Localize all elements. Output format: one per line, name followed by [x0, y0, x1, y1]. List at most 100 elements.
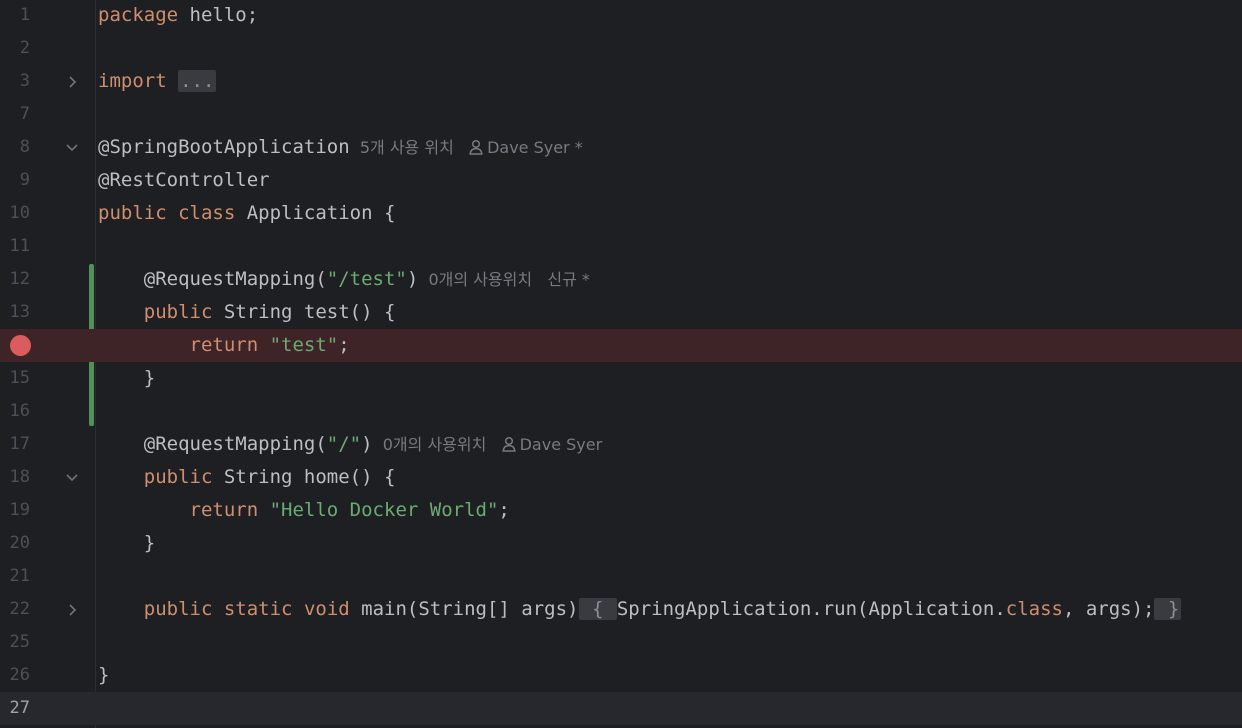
code-line[interactable]: 22 public static void main(String[] args…: [0, 593, 1242, 626]
code-text[interactable]: return "test";: [98, 333, 350, 357]
code-token: static: [223, 598, 293, 620]
code-line[interactable]: 25: [0, 626, 1242, 659]
user-icon: [501, 435, 520, 454]
line-number: 10: [9, 203, 30, 223]
chevron-right-icon[interactable]: [62, 601, 82, 619]
code-line[interactable]: 1 package hello;: [0, 0, 1242, 32]
code-line[interactable]: 16: [0, 395, 1242, 428]
code-text[interactable]: @RequestMapping("/test") 0개의 사용위치 신규 *: [98, 267, 590, 292]
code-line[interactable]: 26}: [0, 659, 1242, 692]
author-hint[interactable]: 신규 *: [547, 270, 590, 289]
code-token: "test": [269, 334, 339, 356]
folded-region[interactable]: }: [1154, 598, 1182, 620]
code-line[interactable]: 3 import ...: [0, 65, 1242, 98]
code-line[interactable]: 19 return "Hello Docker World";: [0, 494, 1242, 527]
code-token: main(String[] args): [349, 598, 579, 620]
line-number: 25: [9, 632, 30, 652]
line-number: 27: [9, 698, 30, 718]
code-line[interactable]: 8 @SpringBootApplication 5개 사용 위치 Dave Sy…: [0, 131, 1242, 164]
inlay-hint[interactable]: 5개 사용 위치 Dave Syer *: [350, 138, 583, 157]
code-token: @RequestMapping(: [98, 433, 327, 455]
code-token: SpringApplication.run(Application.: [616, 598, 1006, 620]
code-token: }: [98, 664, 110, 686]
code-token: public: [143, 301, 213, 323]
inlay-hint[interactable]: 0개의 사용위치 신규 *: [418, 270, 590, 289]
code-text[interactable]: @SpringBootApplication 5개 사용 위치 Dave Sye…: [98, 135, 583, 160]
code-token: "/test": [326, 268, 407, 290]
chevron-down-icon[interactable]: [62, 469, 82, 487]
code-text[interactable]: @RestController: [98, 168, 270, 192]
code-line[interactable]: 15 }: [0, 362, 1242, 395]
line-number: 19: [9, 500, 30, 520]
code-text[interactable]: }: [98, 663, 109, 687]
line-number: 26: [9, 665, 30, 685]
chevron-right-icon[interactable]: [62, 73, 82, 91]
code-line[interactable]: 17 @RequestMapping("/") 0개의 사용위치 Dave Sy…: [0, 428, 1242, 461]
code-line[interactable]: 20 }: [0, 527, 1242, 560]
code-token: ;: [498, 499, 510, 521]
code-token: , args);: [1062, 598, 1155, 620]
code-line[interactable]: 10 public class Application {: [0, 197, 1242, 230]
code-editor[interactable]: 1 package hello; 2 3 import ... 7 8 @SpringBoot…: [0, 0, 1242, 728]
code-line[interactable]: 2: [0, 32, 1242, 65]
code-line[interactable]: 27: [0, 692, 1242, 725]
chevron-down-icon[interactable]: [62, 139, 82, 157]
author-hint[interactable]: Dave Syer: [520, 435, 603, 454]
code-line[interactable]: 18 public String home() {: [0, 461, 1242, 494]
code-token: Application {: [235, 202, 396, 224]
line-number: 7: [19, 104, 30, 124]
line-number: 9: [19, 170, 30, 190]
folded-region[interactable]: {: [578, 598, 617, 620]
code-line[interactable]: 9 @RestController: [0, 164, 1242, 197]
code-line[interactable]: 11: [0, 230, 1242, 263]
line-number: 15: [9, 368, 30, 388]
code-token: import: [98, 70, 167, 92]
code-token: ;: [338, 334, 350, 356]
code-text[interactable]: }: [98, 366, 155, 390]
line-number: 13: [9, 302, 30, 322]
code-text[interactable]: public String test() {: [98, 300, 396, 324]
code-text[interactable]: }: [98, 531, 155, 555]
usages-hint[interactable]: 0개의 사용위치: [428, 270, 532, 289]
code-token: String home() {: [212, 466, 396, 488]
code-token: hello;: [178, 4, 259, 26]
code-text[interactable]: public class Application {: [98, 201, 395, 225]
code-text[interactable]: return "Hello Docker World";: [98, 498, 510, 522]
user-icon: [469, 138, 487, 157]
code-token: void: [303, 598, 350, 620]
line-number: 8: [19, 137, 30, 157]
code-text[interactable]: public String home() {: [98, 465, 396, 489]
line-number: 18: [9, 467, 30, 487]
line-number: 1: [19, 5, 30, 25]
inlay-hint[interactable]: 0개의 사용위치 Dave Syer: [373, 435, 603, 454]
line-number: 11: [9, 236, 30, 256]
code-token: }: [98, 367, 156, 389]
code-text[interactable]: import ...: [98, 69, 217, 93]
code-text[interactable]: package hello;: [98, 3, 258, 27]
breakpoint-icon[interactable]: [10, 335, 31, 356]
code-token: class: [178, 202, 236, 224]
line-number: 2: [19, 38, 30, 58]
usages-hint[interactable]: 5개 사용 위치: [360, 138, 454, 157]
code-text[interactable]: public static void main(String[] args) {…: [98, 597, 1182, 621]
author-hint[interactable]: Dave Syer *: [487, 138, 583, 157]
code-line[interactable]: 7: [0, 98, 1242, 131]
code-token: @RequestMapping(: [98, 268, 327, 290]
code-token: String test() {: [212, 301, 396, 323]
code-line[interactable]: return "test";: [0, 329, 1242, 362]
code-line[interactable]: 21: [0, 560, 1242, 593]
code-token: ): [406, 268, 419, 290]
folded-region[interactable]: ...: [178, 70, 217, 92]
code-line[interactable]: 12 @RequestMapping("/test") 0개의 사용위치 신규 …: [0, 263, 1242, 296]
usages-hint[interactable]: 0개의 사용위치: [383, 435, 487, 454]
code-line[interactable]: 13 public String test() {: [0, 296, 1242, 329]
code-text[interactable]: @RequestMapping("/") 0개의 사용위치 Dave Syer: [98, 432, 602, 457]
